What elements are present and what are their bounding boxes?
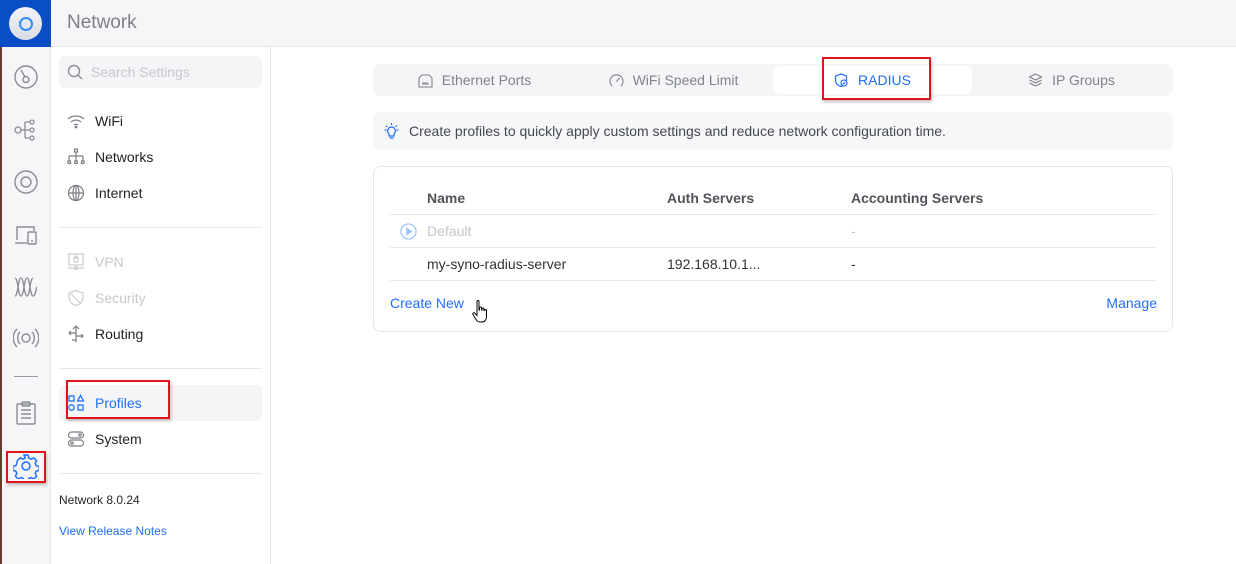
dashboard-icon [14,65,38,89]
unifi-logo[interactable] [0,0,51,47]
manage-button[interactable]: Manage [1106,295,1157,311]
profiles-icon [68,394,85,411]
table-row[interactable]: Default - [390,215,1157,248]
sidebar-item-label: Networks [95,149,154,165]
rail-divider [14,376,38,377]
logo-ring-icon [18,16,33,31]
sidebar-item-routing[interactable]: Routing [59,316,262,352]
sidebar-divider [59,227,262,228]
app-title: Network [67,12,137,33]
sidebar-item-label: WiFi [95,113,123,129]
auth-servers: 192.168.10.1... [667,256,761,272]
sidebar-item-internet[interactable]: Internet [59,175,262,211]
info-banner: Create profiles to quickly apply custom … [373,112,1173,150]
sidebar-item-label: System [95,431,142,447]
sidebar-item-vpn[interactable]: VPN [59,244,262,280]
table-row[interactable]: my-syno-radius-server 192.168.10.1... - [390,248,1157,281]
rail-topology[interactable] [8,112,44,148]
tab-wifi-speed-limit[interactable]: WiFi Speed Limit [574,66,773,94]
speedometer-icon [609,73,624,86]
logo-disc [9,7,42,40]
sidebar-item-label: Internet [95,185,143,201]
sidebar-divider [59,473,262,474]
search-input[interactable] [91,64,251,80]
app-header: Network [51,0,1236,47]
rail-insights[interactable] [8,269,44,305]
sidebar-divider [59,368,262,369]
accounting-servers: - [851,256,856,272]
default-play-icon [400,223,417,240]
profile-name: Default [427,223,472,239]
vpn-icon [68,253,84,271]
sidebar-item-label: Routing [95,326,144,342]
search-field[interactable] [59,56,262,88]
wifi-icon [67,115,85,129]
column-header-auth-servers[interactable]: Auth Servers [667,182,754,214]
rail-settings[interactable] [8,448,44,484]
routing-icon [68,325,84,342]
tab-radius[interactable]: RADIUS [773,66,972,94]
release-notes-link[interactable]: View Release Notes [59,524,167,538]
shield-check-icon [834,72,848,87]
search-icon [67,64,83,80]
info-banner-text: Create profiles to quickly apply custom … [409,123,946,139]
internet-icon [67,184,85,202]
accounting-servers: - [851,223,856,239]
radio-icon [13,328,39,348]
logs-icon [16,401,36,425]
sidebar-item-networks[interactable]: Networks [59,139,262,175]
networks-icon [67,148,85,165]
sidebar-item-wifi[interactable]: WiFi [59,103,262,139]
insights-icon [14,277,38,297]
sidebar-item-label: VPN [95,254,124,270]
rail-dashboard[interactable] [8,59,44,95]
lightbulb-icon [384,122,399,139]
column-header-name[interactable]: Name [427,182,465,214]
tab-label: Ethernet Ports [441,72,532,88]
sidebar-item-system[interactable]: System [59,421,262,457]
layers-icon [1028,72,1043,87]
radius-table: Name Auth Servers Accounting Servers Def… [390,182,1157,281]
create-new-button[interactable]: Create New [390,295,464,311]
devices-icon [14,170,38,194]
rail-radios[interactable] [8,320,44,356]
sidebar-item-security[interactable]: Security [59,280,262,316]
sidebar-item-label: Security [95,290,146,306]
hand-cursor-icon [472,300,487,323]
tab-label: RADIUS [858,72,911,88]
column-header-accounting-servers[interactable]: Accounting Servers [851,182,983,214]
app-window: Network WiFi Networks Internet VPN Secur… [0,0,1236,564]
system-icon [67,431,85,447]
icon-rail [0,0,51,564]
rail-devices[interactable] [8,164,44,200]
radius-profiles-card: Name Auth Servers Accounting Servers Def… [373,166,1173,332]
tab-label: IP Groups [1052,72,1115,88]
rail-client-devices[interactable] [8,217,44,253]
window-edge [0,0,2,564]
settings-icon [13,454,39,479]
ethernet-port-icon [418,73,433,88]
client-devices-icon [15,226,37,245]
tab-ip-groups[interactable]: IP Groups [972,66,1171,94]
tab-label: WiFi Speed Limit [632,72,739,88]
sidebar-item-profiles[interactable]: Profiles [59,385,262,421]
app-version: Network 8.0.24 [59,493,140,507]
security-icon [68,289,84,307]
sidebar-item-label: Profiles [95,395,142,411]
tab-ethernet-ports[interactable]: Ethernet Ports [375,66,574,94]
settings-sidebar: WiFi Networks Internet VPN Security Rout… [51,47,271,564]
profile-name: my-syno-radius-server [427,256,567,272]
card-actions: Create New Manage [390,295,1157,315]
topology-icon [14,119,35,141]
profile-tabs: Ethernet Ports WiFi Speed Limit RADIUS I… [373,64,1173,96]
rail-logs[interactable] [8,395,44,431]
table-header: Name Auth Servers Accounting Servers [390,182,1157,215]
